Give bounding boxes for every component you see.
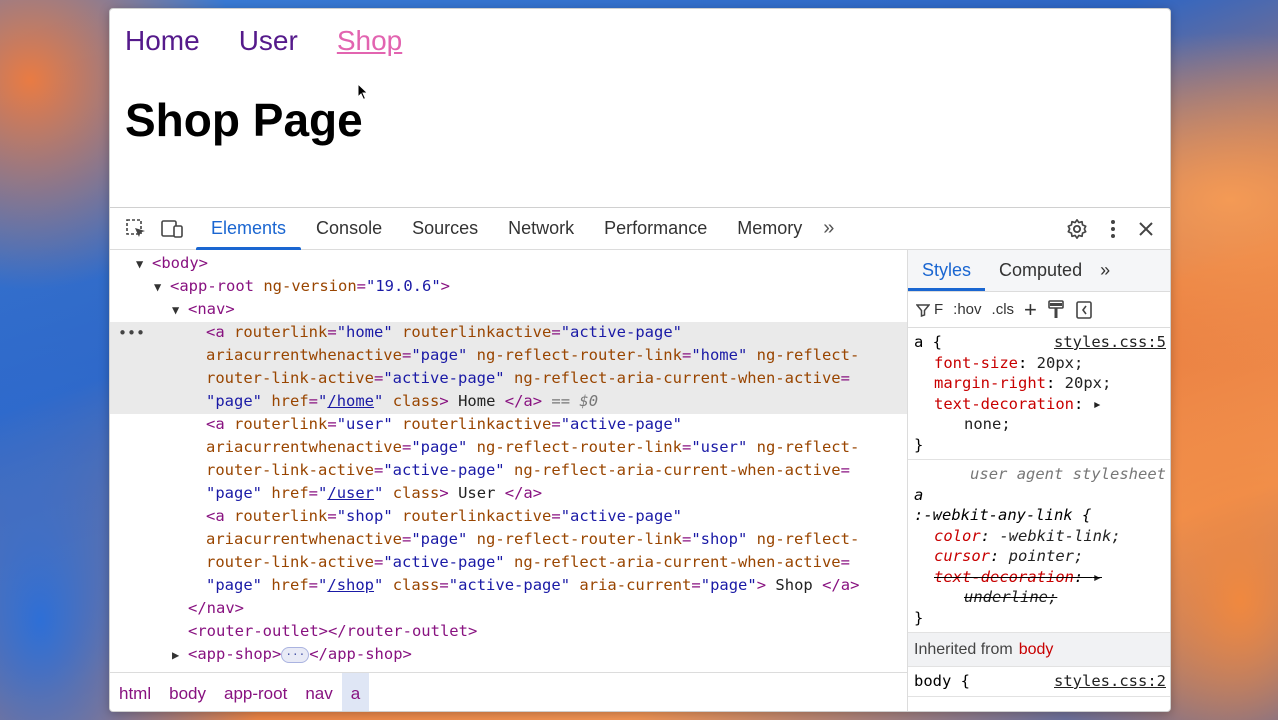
expand-triangle-icon[interactable]: ▼ [154, 276, 170, 299]
dom-node-a-shop-attrs: router-link-active="active-page" ng-refl… [206, 553, 850, 571]
tab-performance[interactable]: Performance [589, 208, 722, 250]
breadcrumb-body[interactable]: body [160, 673, 215, 711]
devtools-toolbar: Elements Console Sources Network Perform… [110, 208, 1170, 250]
dom-node-a-home-attrs: ariacurrentwhenactive="page" ng-reflect-… [206, 346, 860, 364]
expand-triangle-icon[interactable]: ▼ [136, 253, 152, 276]
dom-node-body[interactable]: ▼ <body> [136, 252, 208, 276]
breadcrumb-nav[interactable]: nav [296, 673, 341, 711]
nav-link-user[interactable]: User [239, 25, 298, 57]
cls-toggle[interactable]: .cls [992, 301, 1015, 318]
dom-node-a-shop-attrs: "page" href="/shop" class="active-page" … [206, 576, 860, 594]
elements-tree: ••• ▼ <body> ▼ <app-root ng-version="19.0.… [110, 250, 907, 672]
style-rule-user-agent: user agent stylesheet a :-webkit-any-lin… [908, 460, 1170, 633]
new-style-rule-button[interactable]: + [1024, 297, 1037, 323]
dom-node-a-user[interactable]: <a routerlink="user" routerlinkactive="a… [206, 413, 682, 436]
user-agent-label: user agent stylesheet [970, 465, 1166, 483]
hov-toggle[interactable]: :hov [953, 301, 981, 318]
node-actions-icon[interactable]: ••• [118, 324, 145, 342]
devtools-tabs: Elements Console Sources Network Perform… [196, 208, 840, 250]
dom-node-a-home[interactable]: <a routerlink="home" routerlinkactive="a… [206, 321, 682, 344]
dom-node-a-home-attrs: router-link-active="active-page" ng-refl… [206, 369, 850, 387]
breadcrumb: html body app-root nav a [110, 672, 907, 711]
toggle-sidebar-icon[interactable] [1075, 300, 1093, 320]
inspect-element-icon[interactable] [118, 208, 154, 250]
tab-elements[interactable]: Elements [196, 208, 302, 250]
breadcrumb-html[interactable]: html [110, 673, 160, 711]
dom-node-a-shop[interactable]: <a routerlink="shop" routerlinkactive="a… [206, 505, 682, 528]
breadcrumb-app-root[interactable]: app-root [215, 673, 296, 711]
breadcrumb-a[interactable]: a [341, 673, 370, 711]
tab-styles[interactable]: Styles [908, 250, 986, 291]
tab-computed[interactable]: Computed [985, 250, 1096, 291]
devtools-panel: Elements Console Sources Network Perform… [110, 207, 1170, 711]
expand-triangle-icon[interactable]: ▼ [172, 299, 188, 322]
more-tabs-icon[interactable]: » [817, 208, 840, 250]
tab-memory[interactable]: Memory [722, 208, 817, 250]
tab-sources[interactable]: Sources [397, 208, 493, 250]
nav-link-home[interactable]: Home [125, 25, 200, 57]
href-link-home[interactable]: /home [327, 392, 374, 410]
devtools-actions [1066, 208, 1154, 250]
collapsed-triangle-icon[interactable]: ▶ [172, 644, 188, 667]
styles-toolbar: F :hov .cls + [908, 292, 1170, 328]
paint-brush-icon[interactable] [1047, 299, 1065, 320]
close-icon[interactable] [1138, 221, 1154, 237]
devtools-body: ••• ▼ <body> ▼ <app-root ng-version="19.0.… [110, 250, 1170, 711]
inherited-tag-link[interactable]: body [1019, 641, 1054, 659]
dom-node-a-user-attrs: ariacurrentwhenactive="page" ng-reflect-… [206, 438, 860, 456]
source-link[interactable]: styles.css:2 [1054, 671, 1166, 692]
dom-node-a-user-attrs: router-link-active="active-page" ng-refl… [206, 461, 850, 479]
dom-node-a-shop-attrs: ariacurrentwhenactive="page" ng-reflect-… [206, 530, 860, 548]
dom-node-router-outlet[interactable]: <router-outlet></router-outlet> [188, 620, 477, 643]
device-toolbar-icon[interactable] [154, 208, 190, 250]
collapsed-children-badge[interactable]: ··· [281, 646, 310, 663]
nav-link-shop[interactable]: Shop [337, 25, 402, 57]
dom-node-a-home-attrs: "page" href="/home" class> Home </a> == … [206, 392, 599, 410]
styles-filter-input[interactable]: F [916, 301, 943, 318]
href-link-user[interactable]: /user [327, 484, 374, 502]
browser-window: Home User Shop Shop Page Elements Consol… [109, 8, 1171, 712]
tab-console[interactable]: Console [301, 208, 397, 250]
dom-node-nav-close[interactable]: </nav> [188, 597, 244, 620]
app-nav: Home User Shop [125, 25, 441, 57]
dom-node-app-root[interactable]: ▼ <app-root ng-version="19.0.6"> [154, 275, 450, 299]
style-rule-body: body { styles.css:2 [908, 667, 1170, 697]
kebab-menu-icon[interactable] [1110, 219, 1116, 239]
inherited-from-section: Inherited from body [908, 633, 1170, 667]
dom-node-app-shop[interactable]: ▶ <app-shop> ··· </app-shop> [172, 643, 412, 667]
styles-pane: Styles Computed » F :hov .cls + a {styl… [907, 250, 1170, 711]
expand-value-icon[interactable]: ▸ [1093, 395, 1102, 413]
dom-node-a-user-attrs: "page" href="/user" class> User </a> [206, 484, 543, 502]
style-rule-a: a { styles.css:5 font-size: 20px; margin… [908, 328, 1170, 460]
more-panes-icon[interactable]: » [1096, 250, 1114, 291]
dom-node-nav[interactable]: ▼ <nav> [172, 298, 235, 322]
page-title: Shop Page [125, 94, 363, 146]
source-link[interactable]: styles.css:5 [1054, 332, 1166, 353]
settings-gear-icon[interactable] [1066, 218, 1088, 240]
tab-network[interactable]: Network [493, 208, 589, 250]
href-link-shop[interactable]: /shop [327, 576, 374, 594]
styles-tabs: Styles Computed » [908, 250, 1170, 292]
filter-icon [916, 303, 930, 317]
